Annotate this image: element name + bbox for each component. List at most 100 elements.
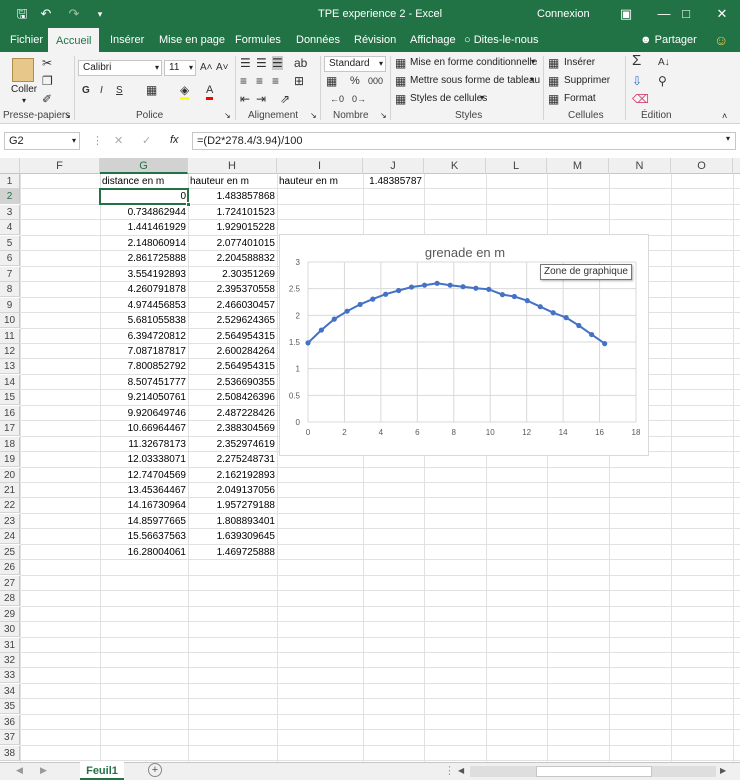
row-header-35[interactable]: 35 (0, 699, 20, 714)
cell-g11[interactable]: 6.394720812 (100, 329, 186, 344)
font-launcher-icon[interactable]: ↘ (224, 111, 231, 120)
cell-g1[interactable]: distance en m (102, 174, 164, 189)
underline-button[interactable]: S (116, 84, 123, 98)
data-point[interactable] (396, 287, 402, 294)
cell-styles-button[interactable]: Styles de cellules (410, 93, 487, 104)
align-bottom-icon[interactable]: ☰ (272, 56, 283, 70)
merge-center-icon[interactable]: ⊞ (294, 74, 304, 88)
conditional-formatting-icon[interactable]: ▦ (395, 56, 406, 70)
column-header-k[interactable]: K (424, 158, 486, 174)
cell-g24[interactable]: 15.56637563 (100, 529, 186, 544)
increase-decimal-icon[interactable]: ←0 (330, 92, 344, 106)
row-header-1[interactable]: 1 (0, 174, 20, 189)
insert-cells-icon[interactable]: ▦ (548, 56, 559, 70)
data-point[interactable] (408, 284, 415, 290)
scroll-left-icon[interactable]: ◀ (458, 766, 464, 775)
cancel-icon[interactable]: ✕ (114, 134, 123, 147)
collapse-ribbon-icon[interactable]: ˄ (722, 111, 727, 121)
delete-cells-button[interactable]: Supprimer (564, 75, 610, 86)
cell-h16[interactable]: 2.487228426 (188, 406, 275, 421)
row-header-10[interactable]: 10 (0, 313, 20, 328)
cell-h23[interactable]: 1.808893401 (188, 514, 275, 529)
fill-icon[interactable]: ⇩ (632, 74, 642, 88)
share-button[interactable]: ☻ Partager (632, 28, 705, 52)
cell-h24[interactable]: 1.639309645 (188, 529, 275, 544)
cell-h25[interactable]: 1.469725888 (188, 545, 275, 560)
decrease-indent-icon[interactable]: ⇤ (240, 92, 250, 106)
format-cells-icon[interactable]: ▦ (548, 92, 559, 106)
cell-h10[interactable]: 2.529624365 (188, 313, 275, 328)
data-point[interactable] (511, 293, 517, 300)
row-header-32[interactable]: 32 (0, 653, 20, 668)
cell-h12[interactable]: 2.600284264 (188, 344, 275, 359)
cell-g6[interactable]: 2.861725888 (100, 251, 186, 266)
insert-function-icon[interactable]: fx (170, 134, 179, 146)
row-header-26[interactable]: 26 (0, 560, 20, 575)
column-header-m[interactable]: M (547, 158, 609, 174)
cell-g9[interactable]: 4.974456853 (100, 298, 186, 313)
expand-formula-bar-icon[interactable]: ▾ (726, 134, 730, 143)
column-header-o[interactable]: O (671, 158, 733, 174)
cell-h20[interactable]: 2.162192893 (188, 468, 275, 483)
number-format-select[interactable]: Standard ▾ (324, 56, 386, 72)
cell-h17[interactable]: 2.388304569 (188, 421, 275, 436)
data-point[interactable] (305, 340, 311, 346)
data-point[interactable] (344, 308, 350, 314)
cell-g15[interactable]: 9.214050761 (100, 390, 186, 405)
scroll-tabs-left-icon[interactable]: ◀ (16, 765, 23, 776)
cell-h15[interactable]: 2.508426396 (188, 390, 275, 405)
row-header-20[interactable]: 20 (0, 468, 20, 483)
fill-handle[interactable] (186, 202, 191, 207)
orientation-icon[interactable]: ⇗ (280, 92, 290, 106)
cell-g21[interactable]: 13.45364467 (100, 483, 186, 498)
cell-h1[interactable]: hauteur en m (190, 174, 249, 189)
font-name-select[interactable]: Calibri ▾ (78, 60, 162, 76)
data-point[interactable] (447, 282, 453, 288)
column-header-n[interactable]: N (609, 158, 671, 174)
row-header-7[interactable]: 7 (0, 267, 20, 282)
delete-cells-icon[interactable]: ▦ (548, 74, 559, 88)
format-as-table-button[interactable]: Mettre sous forme de tableau (410, 75, 540, 86)
insert-cells-button[interactable]: Insérer (564, 57, 595, 68)
cell-g8[interactable]: 4.260791878 (100, 282, 186, 297)
tab-home[interactable]: Accueil (48, 28, 100, 52)
row-header-23[interactable]: 23 (0, 514, 20, 529)
data-point[interactable] (524, 298, 530, 304)
cell-g4[interactable]: 1.441461929 (100, 220, 186, 235)
data-point[interactable] (589, 331, 595, 338)
align-middle-icon[interactable]: ☰ (256, 56, 267, 70)
redo-icon[interactable]: ↷ (66, 6, 82, 22)
ribbon-display-icon[interactable]: ▣ (608, 0, 644, 28)
scroll-tabs-right-icon[interactable]: ▶ (40, 765, 47, 776)
format-painter-icon[interactable]: ✐ (42, 92, 52, 106)
percent-button[interactable]: % (350, 74, 360, 88)
horizontal-scroll-thumb[interactable] (536, 766, 652, 777)
row-header-31[interactable]: 31 (0, 638, 20, 653)
data-point[interactable] (537, 304, 543, 310)
data-point[interactable] (370, 296, 376, 302)
horizontal-scrollbar[interactable] (470, 766, 716, 777)
close-icon[interactable]: ✕ (704, 0, 740, 28)
row-header-36[interactable]: 36 (0, 715, 20, 730)
save-icon[interactable]: 🖫 (14, 6, 30, 22)
data-point[interactable] (383, 291, 389, 297)
sort-filter-icon[interactable]: A↓ (658, 56, 670, 70)
cell-i1[interactable]: hauteur en m (279, 174, 338, 189)
column-header-g[interactable]: G (100, 158, 188, 174)
cell-g18[interactable]: 11.32678173 (100, 437, 186, 452)
cell-h19[interactable]: 2.275248731 (188, 452, 275, 467)
cell-g23[interactable]: 14.85977665 (100, 514, 186, 529)
cell-h2[interactable]: 1.483857868 (188, 189, 275, 204)
number-launcher-icon[interactable]: ↘ (380, 111, 387, 120)
tab-file[interactable]: Fichier (2, 28, 51, 52)
cell-g25[interactable]: 16.28004061 (100, 545, 186, 560)
cell-g5[interactable]: 2.148060914 (100, 236, 186, 251)
cell-g22[interactable]: 14.16730964 (100, 498, 186, 513)
row-header-33[interactable]: 33 (0, 668, 20, 683)
customize-quick-access-icon[interactable]: ▾ (92, 6, 108, 22)
name-box[interactable]: G2 ▾ (4, 132, 80, 150)
column-header-l[interactable]: L (486, 158, 547, 174)
shrink-font-icon[interactable]: A˅ (216, 61, 229, 75)
data-point[interactable] (460, 284, 466, 290)
paste-dropdown-icon[interactable]: ▾ (22, 96, 26, 105)
